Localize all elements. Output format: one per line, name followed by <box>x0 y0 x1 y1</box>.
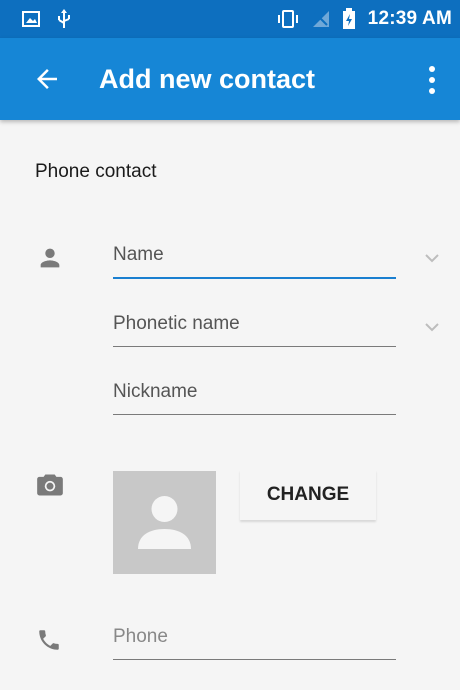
phone-field[interactable]: Phone <box>113 617 396 660</box>
app-bar: Add new contact <box>0 38 460 120</box>
page-title: Add new contact <box>99 64 316 94</box>
clock: 12:39 AM <box>367 8 452 29</box>
section-label: Phone contact <box>35 161 157 182</box>
nickname-label: Nickname <box>113 381 198 402</box>
image-notification-icon <box>22 11 40 27</box>
chevron-down-icon[interactable] <box>423 320 441 334</box>
no-signal-icon <box>312 11 329 27</box>
battery-charging-icon <box>342 8 355 29</box>
change-photo-button[interactable]: CHANGE <box>240 470 376 520</box>
camera-icon <box>37 474 63 496</box>
status-bar: 12:39 AM <box>0 0 460 38</box>
avatar-placeholder-icon <box>138 496 191 549</box>
phone-icon <box>39 630 59 650</box>
nickname-field[interactable]: Nickname <box>113 372 396 415</box>
name-label: Name <box>113 244 164 265</box>
person-icon <box>40 248 60 268</box>
phone-label: Phone <box>113 626 168 647</box>
phonetic-name-field[interactable]: Phonetic name <box>113 304 396 347</box>
phonetic-name-label: Phonetic name <box>113 313 240 334</box>
vibrate-icon <box>277 10 298 28</box>
contact-photo[interactable] <box>113 471 216 574</box>
arrow-back-icon[interactable] <box>32 64 62 94</box>
chevron-down-icon[interactable] <box>423 251 441 265</box>
name-field[interactable]: Name <box>113 235 396 279</box>
more-vert-icon[interactable] <box>424 64 440 96</box>
usb-icon <box>58 9 70 28</box>
